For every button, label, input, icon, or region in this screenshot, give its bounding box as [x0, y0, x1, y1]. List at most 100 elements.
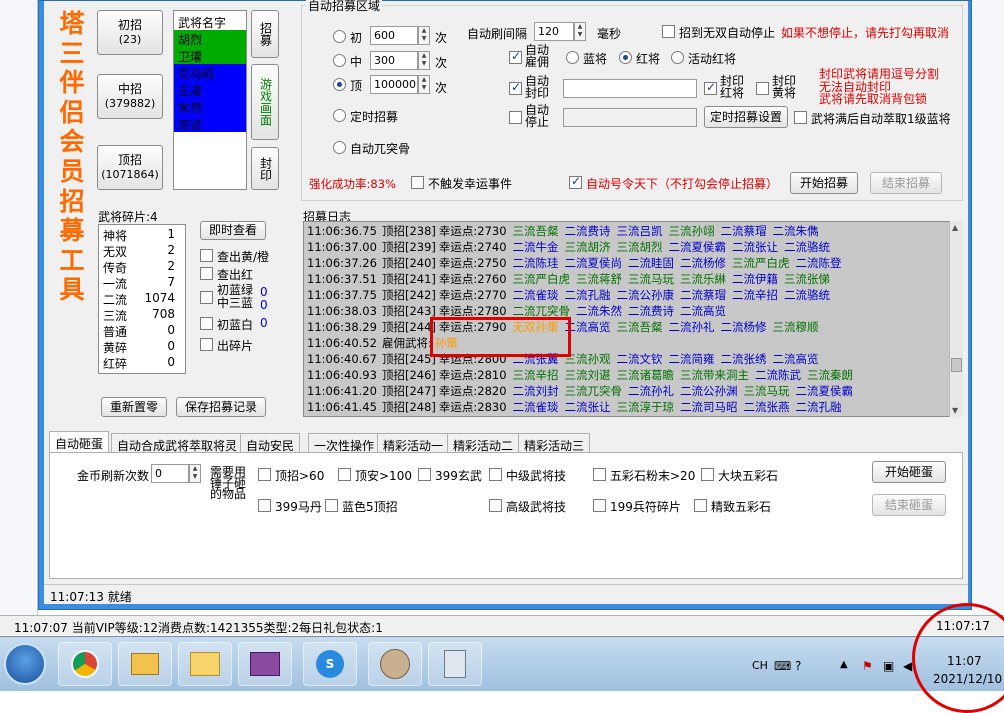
recruit-log[interactable]: 11:06:36.75 顶招[238] 幸运点:2730 三流吾粲 二流费诗 三流吕凯 三流… — [303, 221, 963, 417]
help-icon[interactable]: ? — [795, 659, 801, 673]
keyboard-icon[interactable]: ⌨ — [774, 659, 791, 673]
hero-list-item[interactable]: 卫瓘 — [174, 47, 246, 64]
tab-5[interactable]: 精彩活动二 — [447, 433, 520, 453]
log-time: 11:06:38.03 — [307, 304, 377, 318]
radio-blue-general[interactable] — [566, 51, 579, 64]
egg-item-check[interactable] — [489, 499, 502, 512]
hero-name-list[interactable]: 武将名字 胡烈 卫瓘 司马昭 王凌 朱然 高览 — [173, 10, 247, 190]
check-red[interactable] — [200, 267, 213, 280]
auto-order-check[interactable] — [569, 174, 582, 189]
chu-count-input[interactable]: 600 — [370, 26, 418, 45]
seal-names-input[interactable] — [563, 79, 697, 98]
tab-1[interactable]: 自动合成武将萃取将灵 — [111, 433, 244, 453]
check-fragments[interactable] — [200, 338, 213, 351]
radio-chu[interactable] — [333, 30, 346, 43]
seal-yellow-check[interactable] — [756, 82, 769, 95]
egg-item-check[interactable] — [593, 499, 606, 512]
hero-list-item[interactable]: 司马昭 — [174, 64, 246, 81]
egg-item-check[interactable] — [694, 499, 707, 512]
radio-timed[interactable] — [333, 109, 346, 122]
zhong-count-spin[interactable]: ▲ ▼ — [418, 51, 430, 70]
timed-settings-button[interactable]: 定时招募设置 — [704, 106, 788, 128]
chu-count-spin[interactable]: ▲ ▼ — [418, 26, 430, 45]
seal-red-check[interactable] — [704, 80, 717, 95]
sogou-icon[interactable]: S — [303, 642, 357, 686]
network-icon[interactable]: ▣ — [883, 659, 894, 673]
egg-item-check[interactable] — [489, 468, 502, 481]
radio-zhong[interactable] — [333, 54, 346, 67]
start-egg-button[interactable]: 开始砸蛋 — [872, 461, 946, 483]
volume-icon[interactable]: ◀ — [903, 659, 912, 673]
tab-4[interactable]: 精彩活动一 — [377, 433, 450, 453]
ding-count-input[interactable]: 100000 — [370, 75, 418, 94]
hero-list-item[interactable]: 胡烈 — [174, 30, 246, 47]
tab-3[interactable]: 一次性操作 — [308, 433, 381, 453]
ime-indicator[interactable]: CH — [752, 659, 768, 672]
full-extract-check[interactable] — [794, 111, 807, 124]
instant-view-button[interactable]: 即时查看 — [200, 221, 266, 240]
tab-0[interactable]: 自动砸蛋 — [49, 431, 110, 453]
radio-red-general[interactable] — [619, 51, 632, 64]
end-recruit-button[interactable]: 结束招募 — [870, 172, 942, 194]
scroll-thumb[interactable] — [951, 358, 962, 372]
check-blue-white[interactable] — [200, 317, 213, 330]
radio-ding[interactable] — [333, 78, 346, 91]
tab-6[interactable]: 精彩活动三 — [518, 433, 591, 453]
egg-item-check[interactable] — [593, 468, 606, 481]
hero-list-item[interactable]: 王凌 — [174, 81, 246, 98]
reset-zero-button[interactable]: 重新置零 — [101, 397, 167, 417]
flag-icon[interactable]: ⚑ — [862, 659, 873, 673]
auto-stop-check[interactable] — [509, 111, 522, 124]
gold-refresh-input[interactable]: 0 — [151, 464, 189, 483]
check-blue-green[interactable] — [200, 291, 213, 304]
egg-item-check[interactable] — [325, 499, 338, 512]
end-egg-button[interactable]: 结束砸蛋 — [872, 494, 946, 516]
auto-seal-check[interactable] — [509, 80, 522, 95]
game-screen-button[interactable]: 游戏画面 — [251, 64, 279, 140]
egg-item-check[interactable] — [701, 468, 714, 481]
start-orb-icon[interactable] — [4, 643, 46, 685]
interval-input[interactable]: 120 — [534, 22, 574, 41]
radio-wutugu[interactable] — [333, 141, 346, 154]
explorer-icon[interactable] — [178, 642, 232, 686]
recruit-side-button[interactable]: 招募 — [251, 10, 279, 58]
log-hero: 二流公孙渊 — [680, 384, 738, 398]
gold-refresh-spin[interactable]: ▲ ▼ — [189, 464, 201, 483]
tab-2[interactable]: 自动安民 — [240, 433, 301, 453]
game-app-icon[interactable] — [238, 642, 292, 686]
auto-stop-input[interactable] — [563, 108, 697, 127]
radio-event-red[interactable] — [671, 51, 684, 64]
tray-expand-icon[interactable]: ▲ — [840, 659, 848, 670]
seal-side-button[interactable]: 封印 — [251, 147, 279, 190]
start-recruit-button[interactable]: 开始招募 — [790, 172, 858, 194]
egg-item-check[interactable] — [258, 468, 271, 481]
zhongzhao-button[interactable]: 中招 (379882) — [97, 74, 163, 119]
check-yellow-orange[interactable] — [200, 249, 213, 262]
chrome-icon[interactable] — [58, 642, 112, 686]
log-scrollbar[interactable]: ▲ ▼ — [949, 221, 963, 417]
egg-item-check[interactable] — [418, 468, 431, 481]
auto-hire-check[interactable] — [509, 49, 522, 64]
hero-list-item[interactable]: 高览 — [174, 115, 246, 132]
ding-count-spin[interactable]: ▲ ▼ — [418, 75, 430, 94]
chu-unit: 次 — [435, 31, 448, 45]
calculator-icon[interactable] — [428, 642, 482, 686]
scroll-down-icon[interactable]: ▼ — [952, 406, 958, 415]
log-hero: 二流夏侯尚 — [564, 256, 623, 270]
save-log-button[interactable]: 保存招募记录 — [176, 397, 266, 417]
no-luck-event-check[interactable] — [411, 176, 424, 189]
mail-icon[interactable] — [118, 642, 172, 686]
egg-item-check[interactable] — [258, 499, 271, 512]
scroll-up-icon[interactable]: ▲ — [952, 223, 958, 232]
zhong-count-input[interactable]: 300 — [370, 51, 418, 70]
log-hero: 二流公孙康 — [616, 288, 675, 302]
avatar-app-icon[interactable] — [368, 642, 422, 686]
auto-seal-label: 自动封印 — [525, 74, 550, 100]
dingzhao-button[interactable]: 顶招 (1071864) — [97, 145, 163, 190]
interval-spin[interactable]: ▲ ▼ — [574, 22, 586, 41]
chuzhao-button[interactable]: 初招 (23) — [97, 10, 163, 55]
hero-list-item[interactable]: 朱然 — [174, 98, 246, 115]
egg-item-check[interactable] — [338, 468, 351, 481]
stop-on-wushuang-check[interactable] — [662, 25, 675, 38]
check-blue-white-label: 初蓝白 — [217, 318, 254, 332]
